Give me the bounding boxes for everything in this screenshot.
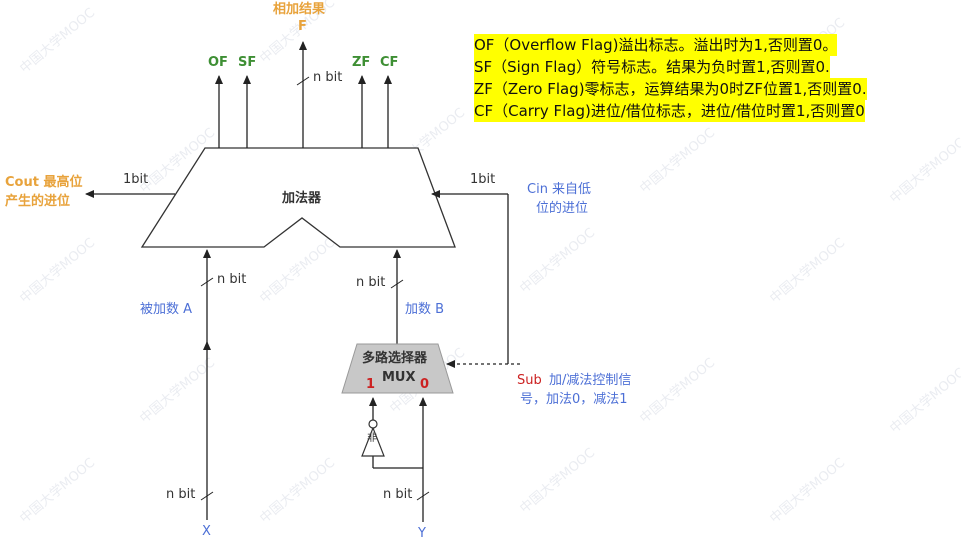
- legend-sf: SF（Sign Flag）符号标志。结果为负时置1,否则置0.: [474, 56, 830, 78]
- legend-of: OF（Overflow Flag)溢出标志。溢出时为1,否则置0。: [474, 34, 838, 56]
- adder-diagram: 中国大学MOOC 中国大学MOOC 中国大学MOOC 中国大学MOOC 中国大学…: [0, 0, 961, 545]
- sub-desc-line2: 号，加法0，减法1: [520, 392, 628, 407]
- cout-label-line2: 产生的进位: [5, 194, 71, 209]
- flag-cf: CF: [380, 55, 399, 70]
- cin-width: 1bit: [470, 172, 496, 187]
- adder-label: 加法器: [282, 191, 322, 206]
- b-width: n bit: [356, 275, 386, 290]
- a-width: n bit: [217, 272, 247, 287]
- mux-input-0: 0: [420, 377, 430, 392]
- operand-a-label: 被加数 A: [140, 302, 193, 317]
- result-label: 相加结果: [273, 2, 326, 17]
- x-width: n bit: [166, 487, 196, 502]
- cout-label: Cout 最高位: [5, 175, 83, 190]
- result-width: n bit: [313, 70, 343, 85]
- inverter-symbol: 非: [367, 433, 377, 444]
- input-y-label: Y: [418, 526, 426, 541]
- mux-label: 多路选择器: [362, 351, 428, 366]
- result-symbol: F: [298, 19, 307, 34]
- sub-desc: 加/减法控制信: [549, 373, 632, 388]
- inverter-bubble: [368, 419, 378, 429]
- input-x-label: X: [202, 524, 211, 539]
- legend-cf: CF（Carry Flag)进位/借位标志，进位/借位时置1,否则置0: [474, 100, 865, 122]
- operand-b-label: 加数 B: [405, 302, 445, 317]
- mux-sub-label: MUX: [382, 370, 416, 385]
- cout-width: 1bit: [123, 172, 149, 187]
- cin-label: Cin 来自低: [527, 182, 592, 197]
- legend-zf: ZF（Zero Flag)零标志，运算结果为0时ZF位置1,否则置0.: [474, 78, 867, 100]
- y-width: n bit: [383, 487, 413, 502]
- flags-legend: OF（Overflow Flag)溢出标志。溢出时为1,否则置0。 SF（Sig…: [474, 34, 961, 122]
- flag-of: OF: [208, 55, 228, 70]
- mux-input-1: 1: [366, 377, 376, 392]
- cin-label-line2: 位的进位: [536, 201, 589, 216]
- sub-name: Sub: [517, 373, 542, 388]
- flag-zf: ZF: [352, 55, 371, 70]
- flag-sf: SF: [238, 55, 257, 70]
